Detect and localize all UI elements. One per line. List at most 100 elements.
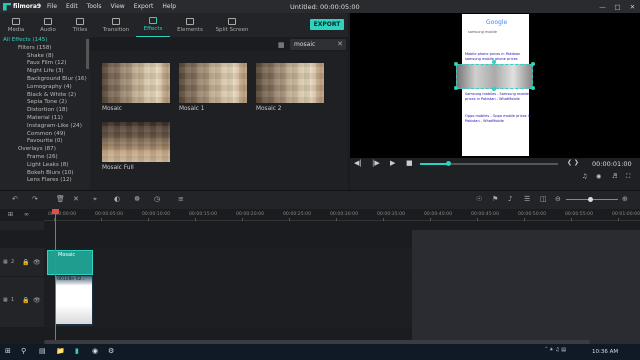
tab-elements[interactable]: Elements [170, 13, 210, 37]
taskbar-clock[interactable]: 10:36 AM [592, 349, 618, 355]
category-item[interactable]: Filters (158) [0, 45, 90, 53]
category-item[interactable]: Favourite (0) [0, 138, 90, 146]
undo-icon[interactable]: ↶ [12, 195, 18, 203]
zoom-slider-knob[interactable] [588, 197, 593, 202]
settings-icon[interactable]: ⚙ [108, 347, 114, 355]
microphone-icon[interactable]: ♪ [508, 195, 512, 203]
eye-icon[interactable]: 👁 [33, 259, 41, 266]
zoom-out-icon[interactable]: ⊖ [555, 195, 561, 203]
playback-scrubber[interactable] [446, 161, 451, 166]
effect-clip[interactable]: Mosaic [47, 250, 93, 275]
audio-mixer-icon[interactable]: ≡ [178, 195, 184, 203]
link-icon[interactable]: ∞ [24, 211, 29, 218]
category-scrollbar[interactable] [86, 39, 89, 69]
category-item[interactable]: Bokeh Blurs (10) [0, 170, 90, 178]
category-item[interactable]: Frame (26) [0, 154, 90, 162]
speaker-icon[interactable]: ♬ [612, 173, 617, 180]
lock-icon[interactable]: 🔒 [22, 259, 29, 266]
split-icon[interactable]: ◫ [540, 195, 547, 203]
cut-icon[interactable]: ✕ [73, 195, 79, 203]
tab-titles[interactable]: Titles [64, 13, 96, 37]
mosaic-effect-region[interactable] [456, 64, 533, 89]
resize-handle[interactable] [531, 62, 535, 66]
minimize-button[interactable]: — [595, 3, 610, 11]
menu-edit[interactable]: Edit [66, 3, 78, 10]
prev-frame-icon[interactable]: ◀| [354, 159, 362, 167]
search-icon[interactable]: ⚲ [21, 347, 26, 355]
task-view-icon[interactable]: ▤ [39, 347, 46, 355]
volume-icon[interactable]: ♫ [582, 173, 587, 180]
marker-icon[interactable]: ⚑ [492, 195, 498, 203]
category-item[interactable]: Lens Flares (12) [0, 177, 90, 185]
menu-export[interactable]: Export [134, 3, 154, 10]
fullscreen-icon[interactable]: ⛶ [626, 173, 630, 181]
step-icon[interactable]: |▶ [372, 159, 380, 167]
tab-audio[interactable]: Audio [32, 13, 64, 37]
speed-icon[interactable]: ◷ [154, 195, 160, 203]
tab-effects[interactable]: Effects [136, 13, 170, 37]
category-item[interactable]: Lomography (4) [0, 84, 90, 92]
video-clip[interactable]: d0328e-02... [55, 276, 93, 326]
add-track-icon[interactable]: ⊞ [8, 211, 13, 218]
delete-icon[interactable]: 🗑 [56, 195, 65, 203]
filmora-taskbar-icon[interactable]: ▮ [75, 347, 79, 355]
effects-search[interactable]: mosaic ✕ [290, 39, 346, 50]
menu-file[interactable]: File [47, 3, 57, 10]
snapshot-icon[interactable]: ◉ [596, 173, 601, 180]
category-item[interactable]: Night Life (3) [0, 68, 90, 76]
category-item[interactable]: Faux Film (12) [0, 60, 90, 68]
render-icon[interactable]: ☉ [476, 195, 482, 203]
playhead[interactable] [55, 209, 56, 349]
crop-icon[interactable]: ⌖ [93, 195, 97, 204]
effect-card[interactable]: Mosaic [102, 63, 170, 112]
close-button[interactable]: ✕ [625, 3, 640, 11]
tab-split-screen[interactable]: Split Screen [210, 13, 254, 37]
eye-icon[interactable]: 👁 [33, 297, 41, 304]
playback-progress-fill [420, 163, 448, 165]
zoom-in-icon[interactable]: ⊕ [622, 195, 628, 203]
category-item[interactable]: Common (49) [0, 131, 90, 139]
category-item[interactable]: Distortion (18) [0, 107, 90, 115]
resize-handle[interactable] [454, 62, 458, 66]
tray-icons[interactable]: ˄ ☀ ♫ ▤ [545, 347, 566, 353]
effect-card[interactable]: Mosaic Full [102, 122, 170, 171]
resize-handle[interactable] [492, 87, 496, 91]
resize-handle[interactable] [454, 86, 458, 90]
music-icon [44, 17, 52, 25]
lock-icon[interactable]: 🔒 [22, 297, 29, 304]
stop-icon[interactable]: ■ [406, 159, 413, 167]
category-item[interactable]: Shake (8) [0, 53, 90, 61]
category-item[interactable]: All Effects (145) [0, 37, 90, 45]
category-item[interactable]: Black & White (2) [0, 92, 90, 100]
category-item[interactable]: Light Leaks (8) [0, 162, 90, 170]
search-input[interactable]: mosaic [294, 41, 315, 48]
resize-handle[interactable] [492, 60, 496, 64]
mark-in-out-icon[interactable]: ❮ ❯ [567, 159, 579, 166]
grid-view-icon[interactable]: ▦ [278, 41, 285, 49]
play-icon[interactable]: ▶ [390, 159, 395, 167]
effect-card[interactable]: Mosaic 2 [256, 63, 324, 112]
chrome-icon[interactable]: ◉ [92, 347, 98, 355]
clear-search-icon[interactable]: ✕ [337, 40, 343, 48]
effect-label: Mosaic 2 [256, 106, 282, 112]
file-explorer-icon[interactable]: 📁 [56, 347, 65, 355]
windows-start-icon[interactable]: ⊞ [5, 347, 11, 355]
menu-help[interactable]: Help [162, 3, 176, 10]
adjust-icon[interactable]: ☸ [134, 195, 140, 203]
export-button[interactable]: EXPORT [310, 19, 344, 30]
menu-tools[interactable]: Tools [87, 3, 102, 10]
category-item[interactable]: Material (11) [0, 115, 90, 123]
redo-icon[interactable]: ↷ [32, 195, 38, 203]
resize-handle[interactable] [531, 86, 535, 90]
effect-card[interactable]: Mosaic 1 [179, 63, 247, 112]
category-item[interactable]: Sepia Tone (2) [0, 99, 90, 107]
tab-transition[interactable]: Transition [96, 13, 136, 37]
category-item[interactable]: Background Blur (16) [0, 76, 90, 84]
category-item[interactable]: Instagram-Like (24) [0, 123, 90, 131]
tab-media[interactable]: Media [0, 13, 32, 37]
category-item[interactable]: Overlays (87) [0, 146, 90, 154]
maximize-button[interactable]: □ [610, 3, 625, 11]
color-icon[interactable]: ◐ [114, 195, 120, 203]
voiceover-icon[interactable]: ☰ [524, 195, 530, 203]
menu-view[interactable]: View [110, 3, 124, 10]
